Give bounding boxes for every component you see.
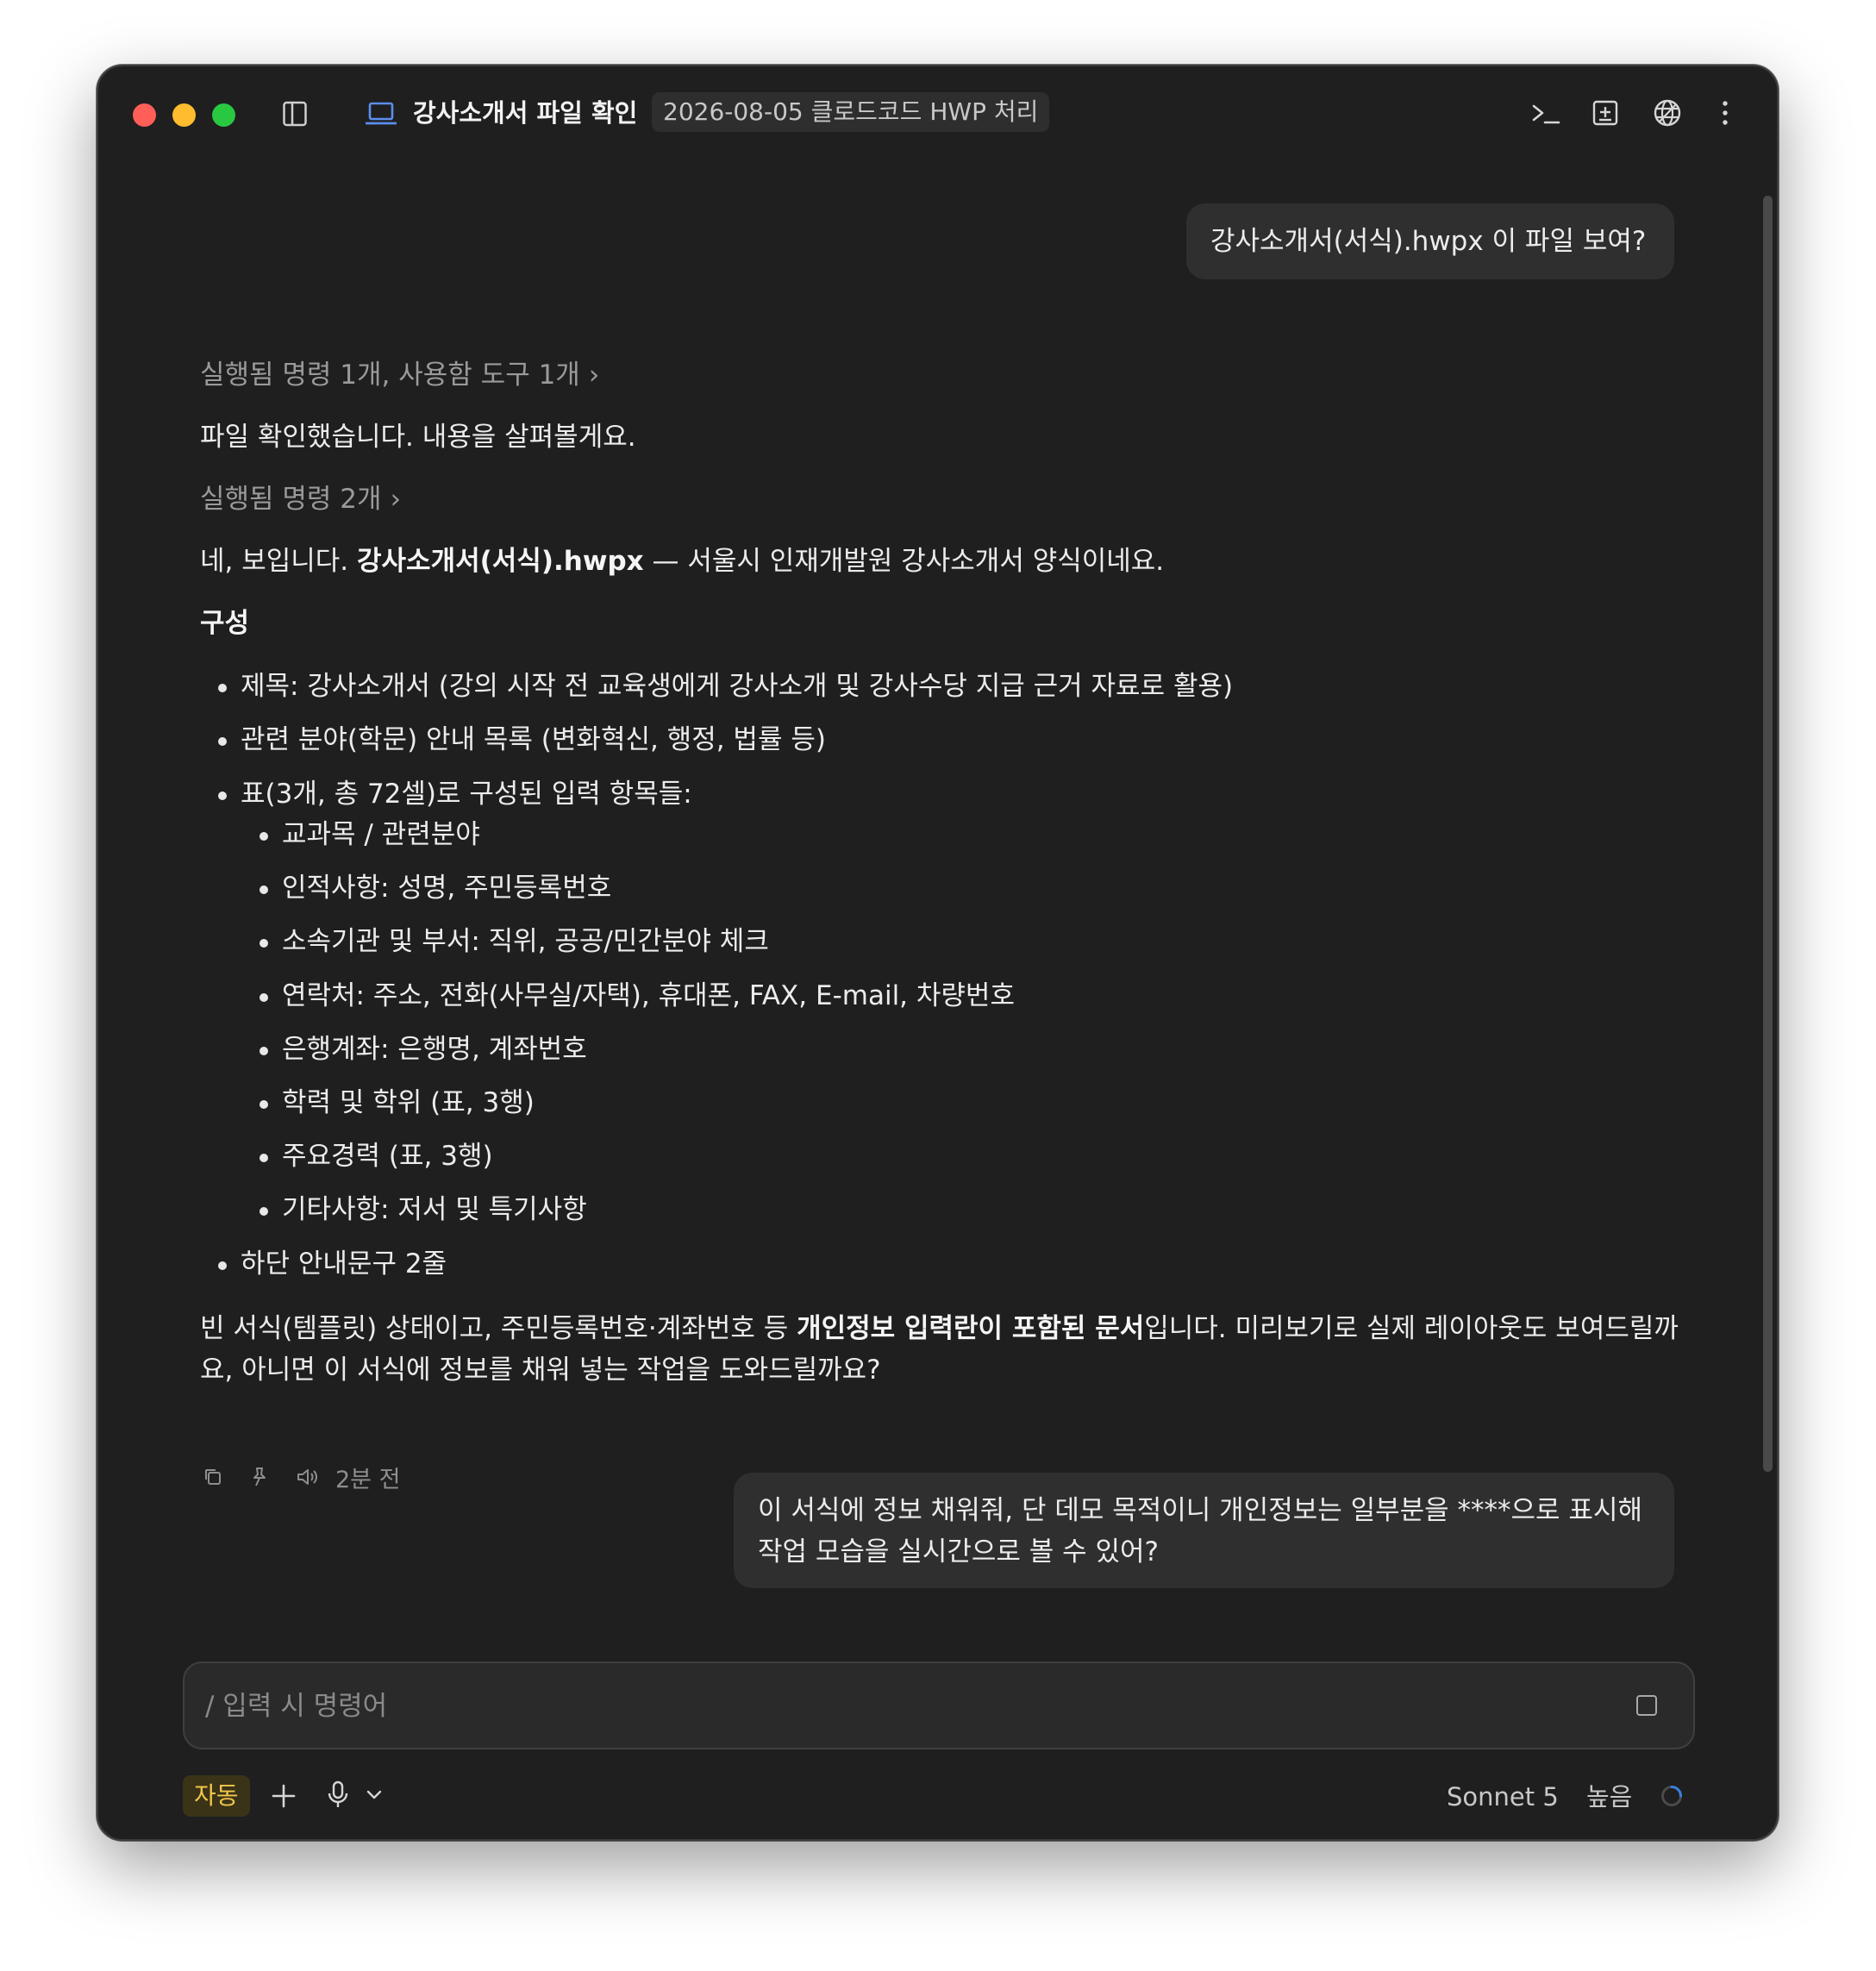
message-timestamp: 2분 전 xyxy=(335,1467,401,1493)
bullet-dot xyxy=(260,1047,268,1055)
bullet-dot xyxy=(260,1207,268,1216)
list-item: 관련 분야(학문) 안내 목록 (변화혁신, 행정, 법률 등) xyxy=(241,724,826,755)
closing-bold: 개인정보 입력란이 포함된 문서 xyxy=(797,1313,1145,1344)
list-item: 제목: 강사소개서 (강의 시작 전 교육생에게 강사소개 및 강사수당 지급 … xyxy=(241,671,1234,702)
app-window: 강사소개서 파일 확인 2026-08-05 클로드코드 HWP 처리 강사소개… xyxy=(97,65,1779,1841)
user-message: 강사소개서(서식).hwpx 이 파일 보여? xyxy=(1186,203,1674,279)
minimize-window-button[interactable] xyxy=(172,103,196,127)
bullet-dot xyxy=(218,792,227,800)
bullet-dot xyxy=(218,684,227,692)
scrollbar[interactable] xyxy=(1763,196,1773,1472)
bullet-dot xyxy=(218,737,227,746)
terminal-icon[interactable] xyxy=(1531,101,1560,127)
effort-selector[interactable]: 높음 xyxy=(1586,1780,1632,1814)
bullet-dot xyxy=(260,885,268,894)
tool-summary-label: 실행됨 명령 1개, 사용함 도구 1개 xyxy=(200,360,580,391)
bullet-dot xyxy=(260,993,268,1002)
session-badge[interactable]: 2026-08-05 클로드코드 HWP 처리 xyxy=(652,92,1050,132)
assistant-intro: 네, 보입니다. 강사소개서(서식).hwpx — 서울시 인재개발원 강사소개… xyxy=(200,541,1164,581)
speaker-icon[interactable] xyxy=(296,1467,320,1487)
zoom-window-button[interactable] xyxy=(212,103,235,127)
list-item: 연락처: 주소, 전화(사무실/자택), 휴대폰, FAX, E-mail, 차… xyxy=(282,980,1015,1011)
microphone-icon[interactable] xyxy=(327,1780,349,1810)
pin-icon[interactable] xyxy=(249,1466,270,1488)
tool-summary-label: 실행됨 명령 2개 xyxy=(200,484,382,515)
globe-icon[interactable] xyxy=(1653,98,1682,128)
copy-icon[interactable] xyxy=(203,1467,223,1487)
user-message: 이 서식에 정보 채워줘, 단 데모 목적이니 개인정보는 일부분을 ****으… xyxy=(734,1473,1674,1588)
title-bar: 강사소개서 파일 확인 2026-08-05 클로드코드 HWP 처리 xyxy=(98,66,1777,161)
mode-auto-chip[interactable]: 자동 xyxy=(183,1775,250,1817)
list-item: 주요경력 (표, 3행) xyxy=(282,1141,493,1172)
bullet-dot xyxy=(260,832,268,841)
tool-summary-toggle[interactable]: 실행됨 명령 2개 › xyxy=(200,479,401,519)
close-window-button[interactable] xyxy=(133,103,156,127)
assistant-closing: 빈 서식(템플릿) 상태이고, 주민등록번호·계좌번호 등 개인정보 입력란이 … xyxy=(200,1308,1683,1391)
prompt-composer xyxy=(183,1661,1695,1749)
list-item: 소속기관 및 부서: 직위, 공공/민간분야 체크 xyxy=(282,926,769,957)
intro-suffix: — 서울시 인재개발원 강사소개서 양식이네요. xyxy=(643,546,1165,577)
list-item: 인적사항: 성명, 주민등록번호 xyxy=(282,873,612,904)
bullet-dot xyxy=(218,1261,227,1270)
list-item: 학력 및 학위 (표, 3행) xyxy=(282,1087,535,1118)
file-name: 강사소개서(서식).hwpx xyxy=(357,546,644,577)
list-item: 표(3개, 총 72셀)로 구성된 입력 항목들: xyxy=(241,779,692,810)
closing-pre: 빈 서식(템플릿) 상태이고, 주민등록번호·계좌번호 등 xyxy=(200,1313,797,1344)
list-item: 교과목 / 관련분야 xyxy=(282,819,480,850)
more-options-icon[interactable] xyxy=(1721,99,1729,127)
prompt-input[interactable] xyxy=(203,1682,1621,1730)
bullet-dot xyxy=(260,939,268,948)
list-item: 은행계좌: 은행명, 계좌번호 xyxy=(282,1034,587,1065)
tool-summary-toggle[interactable]: 실행됨 명령 1개, 사용함 도구 1개 › xyxy=(200,355,599,395)
sidebar-toggle-icon[interactable] xyxy=(283,101,307,127)
laptop-icon xyxy=(366,102,397,125)
new-window-icon[interactable] xyxy=(1592,99,1618,127)
stop-button[interactable] xyxy=(1636,1695,1657,1716)
loading-spinner-icon xyxy=(1661,1786,1682,1806)
chevron-right-icon: › xyxy=(588,360,600,391)
chevron-down-icon[interactable] xyxy=(366,1789,383,1801)
bullet-dot xyxy=(260,1100,268,1109)
intro-prefix: 네, 보입니다. xyxy=(200,546,358,577)
add-icon[interactable] xyxy=(271,1783,297,1809)
bullet-dot xyxy=(260,1154,268,1162)
section-heading: 구성 xyxy=(200,608,250,639)
assistant-text: 파일 확인했습니다. 내용을 살펴볼게요. xyxy=(200,422,636,453)
list-item: 기타사항: 저서 및 특기사항 xyxy=(282,1194,587,1225)
chevron-right-icon: › xyxy=(390,484,401,515)
model-selector[interactable]: Sonnet 5 xyxy=(1447,1780,1559,1814)
window-title: 강사소개서 파일 확인 xyxy=(413,98,638,128)
list-item: 하단 안내문구 2줄 xyxy=(241,1248,447,1280)
